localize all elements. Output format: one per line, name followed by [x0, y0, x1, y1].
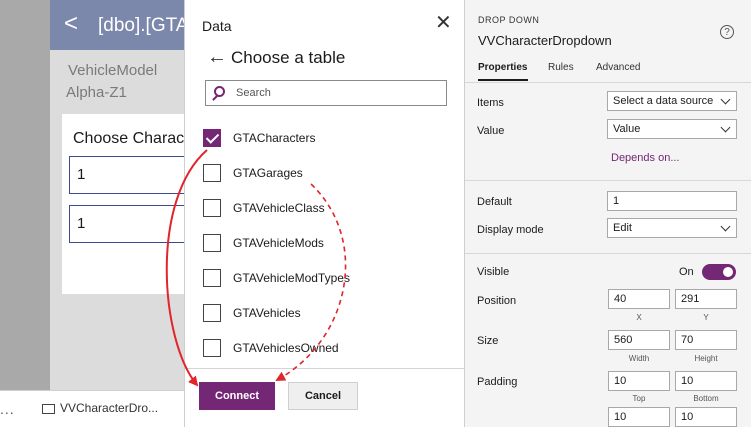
search-input[interactable]: [236, 84, 436, 102]
help-icon[interactable]: ?: [720, 25, 734, 39]
padding-label: Padding: [477, 376, 518, 388]
items-dropdown[interactable]: Select a data source: [607, 91, 737, 111]
padding-top-input[interactable]: 10: [608, 371, 670, 391]
search-box[interactable]: [205, 80, 447, 106]
default-input[interactable]: 1: [607, 191, 737, 211]
x-caption: X: [636, 313, 642, 322]
visible-toggle[interactable]: [702, 264, 736, 280]
table-item-label: GTAVehicleClass: [233, 201, 325, 215]
checkbox[interactable]: [203, 164, 221, 182]
more-icon[interactable]: ...: [0, 401, 15, 417]
display-mode-dropdown[interactable]: Edit: [607, 218, 737, 238]
items-label: Items: [477, 97, 504, 109]
footer-divider: [185, 368, 466, 369]
screen-title: [dbo].[GTA: [98, 15, 189, 36]
back-arrow-icon[interactable]: ←: [207, 46, 227, 69]
padding-bottom-input[interactable]: 10: [675, 371, 737, 391]
connect-button[interactable]: Connect: [199, 382, 275, 410]
cancel-button[interactable]: Cancel: [288, 382, 358, 410]
table-item[interactable]: GTACharacters: [203, 127, 443, 151]
table-item[interactable]: GTAVehicles: [203, 302, 443, 326]
data-panel-heading: Data: [202, 18, 232, 34]
width-caption: Width: [628, 354, 650, 363]
size-label: Size: [477, 335, 499, 347]
checkbox[interactable]: [203, 234, 221, 252]
value-dropdown[interactable]: Value: [607, 119, 737, 139]
control-type: DROP DOWN: [478, 15, 540, 25]
checkbox[interactable]: [203, 304, 221, 322]
default-label: Default: [477, 196, 512, 208]
position-x-input[interactable]: 40: [608, 289, 670, 309]
depends-on-link[interactable]: Depends on...: [611, 152, 680, 164]
checkbox[interactable]: [203, 269, 221, 287]
height-caption: Height: [694, 354, 718, 363]
selected-control-name[interactable]: VVCharacterDro...: [60, 401, 158, 415]
control-title: VVCharacterDropdown: [478, 33, 612, 48]
close-icon[interactable]: ✕: [435, 13, 452, 33]
size-height-input[interactable]: 70: [675, 330, 737, 350]
tab-rules[interactable]: Rules: [548, 62, 574, 73]
back-icon[interactable]: <: [64, 12, 78, 36]
properties-panel: DROP DOWN VVCharacterDropdown ? Properti…: [465, 0, 751, 427]
character-card: Choose Characte 1 1: [62, 114, 198, 294]
app-header: < [dbo].[GTA: [50, 0, 188, 50]
table-item-label: GTAVehiclesOwned: [233, 341, 339, 355]
padding-left-input[interactable]: 10: [608, 407, 670, 427]
character-dropdown-canvas[interactable]: 1: [69, 156, 189, 194]
table-item-label: GTAVehicles: [233, 306, 301, 320]
vehicle-model-value: Alpha-Z1: [66, 84, 127, 101]
choose-character-label: Choose Characte: [73, 130, 198, 147]
table-item[interactable]: GTAVehicleMods: [203, 232, 443, 256]
table-item[interactable]: GTAVehicleModTypes: [203, 267, 443, 291]
visible-state: On: [679, 266, 694, 278]
search-icon: [214, 86, 225, 97]
tabs-divider: [465, 82, 751, 83]
table-item-label: GTAGarages: [233, 166, 303, 180]
vehicle-model-label: VehicleModel: [68, 62, 158, 79]
checkbox[interactable]: [203, 339, 221, 357]
toggle-knob: [723, 267, 733, 277]
top-caption: Top: [632, 394, 646, 403]
control-icon: [42, 404, 55, 414]
table-item[interactable]: GTAVehiclesOwned: [203, 337, 443, 361]
section-divider-2: [465, 253, 751, 254]
position-y-input[interactable]: 291: [675, 289, 737, 309]
data-panel: Data ✕ ← Choose a table GTACharacters GTA…: [184, 0, 466, 427]
size-width-input[interactable]: 560: [608, 330, 670, 350]
active-tab-indicator: [478, 79, 528, 81]
table-item[interactable]: GTAGarages: [203, 162, 443, 186]
visible-label: Visible: [477, 266, 510, 278]
status-bar: ... VVCharacterDro...: [0, 390, 184, 427]
y-caption: Y: [703, 313, 709, 322]
display-mode-label: Display mode: [477, 224, 544, 236]
checkbox-checked[interactable]: [203, 129, 221, 147]
padding-right-input[interactable]: 10: [675, 407, 737, 427]
section-divider-1: [465, 180, 751, 181]
position-label: Position: [477, 295, 517, 307]
tab-properties[interactable]: Properties: [478, 62, 527, 73]
table-item-label: GTACharacters: [233, 131, 316, 145]
value-label: Value: [477, 125, 505, 137]
table-item-label: GTAVehicleModTypes: [233, 271, 350, 285]
checkbox[interactable]: [203, 199, 221, 217]
choose-table-title: Choose a table: [231, 48, 346, 67]
table-item[interactable]: GTAVehicleClass: [203, 197, 443, 221]
character-input-canvas[interactable]: 1: [69, 205, 189, 243]
tab-advanced[interactable]: Advanced: [596, 62, 640, 73]
table-item-label: GTAVehicleMods: [233, 236, 324, 250]
bottom-caption: Bottom: [693, 394, 719, 403]
